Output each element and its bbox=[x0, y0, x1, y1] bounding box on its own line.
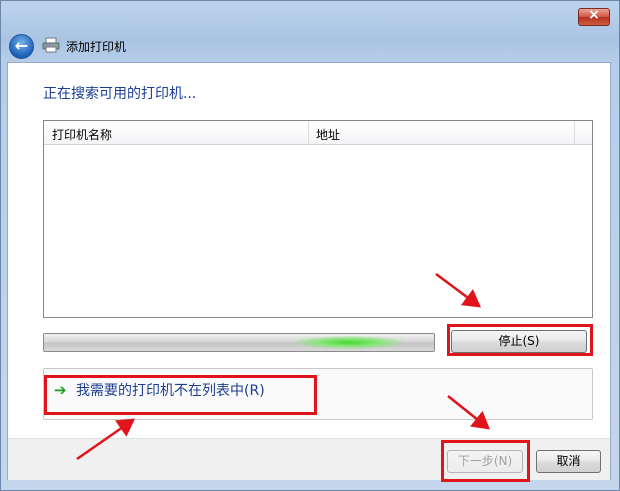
annotation-arrow-next bbox=[447, 395, 490, 430]
annotation-arrow-stop bbox=[435, 272, 482, 308]
annotation-arrow-link bbox=[76, 418, 136, 461]
annotation-arrows bbox=[76, 272, 490, 461]
